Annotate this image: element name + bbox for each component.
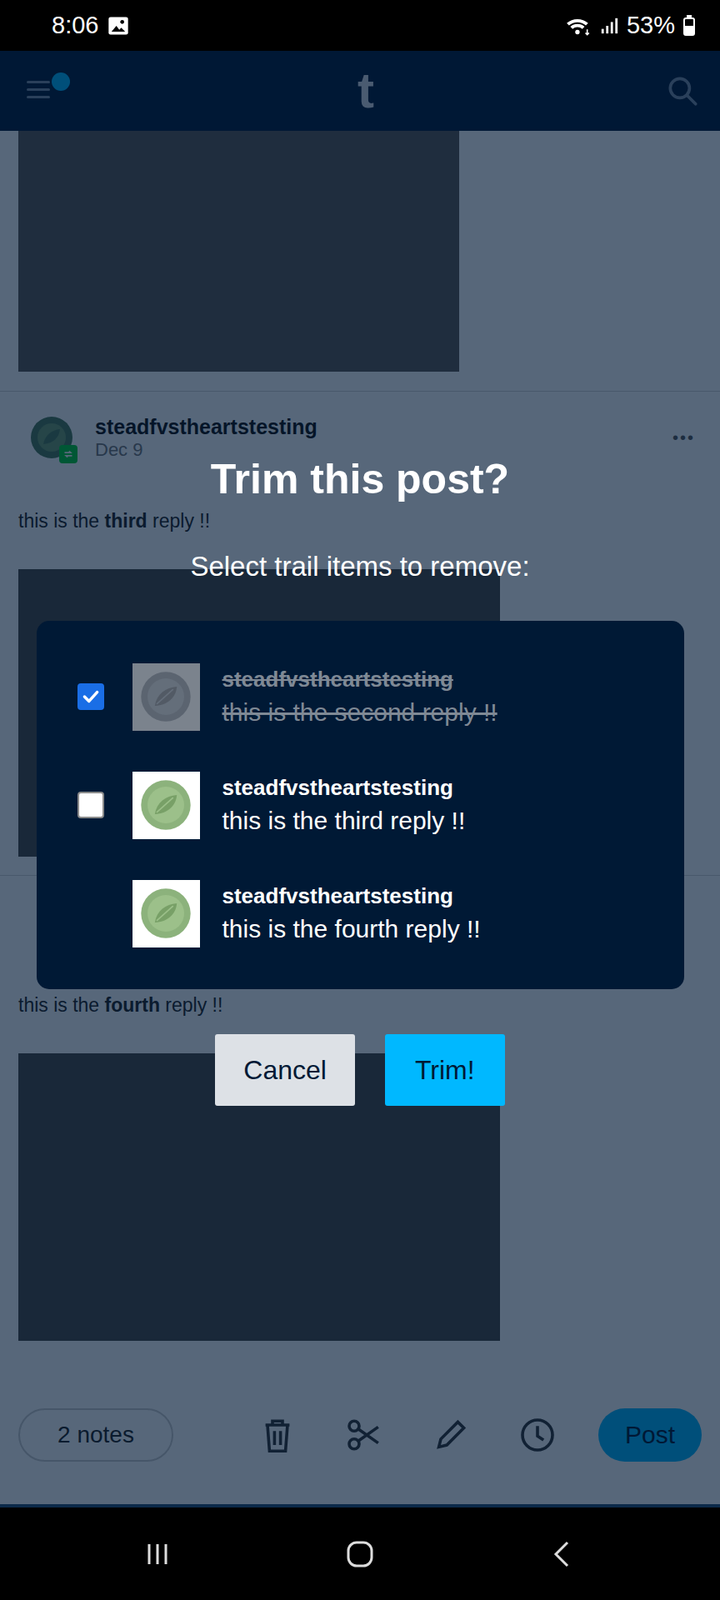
screen: 8:06 53% t steadfvstheartstesting Dec 9 … bbox=[0, 0, 720, 1600]
leaf-seal-icon bbox=[138, 885, 194, 941]
trail-reply: this is the fourth reply !! bbox=[222, 914, 481, 945]
home-icon[interactable] bbox=[335, 1537, 385, 1571]
trail-checkbox[interactable] bbox=[77, 791, 105, 819]
recent-apps-icon[interactable] bbox=[132, 1537, 183, 1571]
trail-item[interactable]: steadfvstheartstesting this is the fourt… bbox=[36, 859, 685, 968]
trail-author: steadfvstheartstesting bbox=[222, 665, 498, 693]
signal-icon bbox=[600, 15, 619, 36]
leaf-seal-icon bbox=[138, 669, 194, 725]
trail-list: steadfvstheartstesting this is the secon… bbox=[36, 620, 685, 990]
trail-author: steadfvstheartstesting bbox=[222, 882, 481, 910]
trail-avatar bbox=[132, 880, 200, 948]
modal-overlay[interactable]: Trim this post? Select trail items to re… bbox=[0, 50, 720, 1505]
status-time: 8:06 bbox=[51, 11, 99, 40]
system-nav-bar bbox=[0, 1507, 720, 1600]
trail-avatar bbox=[132, 771, 200, 840]
check-icon bbox=[80, 685, 102, 708]
leaf-seal-icon bbox=[138, 777, 194, 833]
trail-author: steadfvstheartstesting bbox=[222, 774, 466, 801]
status-bar: 8:06 53% bbox=[0, 0, 720, 51]
battery-percent: 53% bbox=[626, 11, 675, 40]
trail-reply: this is the third reply !! bbox=[222, 805, 466, 836]
trail-item[interactable]: steadfvstheartstesting this is the secon… bbox=[36, 642, 685, 751]
modal-title: Trim this post? bbox=[210, 455, 510, 504]
wifi-icon bbox=[565, 15, 592, 37]
back-icon[interactable] bbox=[537, 1537, 588, 1571]
modal-subtitle: Select trail items to remove: bbox=[190, 550, 530, 584]
trail-item[interactable]: steadfvstheartstesting this is the third… bbox=[36, 750, 685, 860]
battery-icon bbox=[683, 15, 695, 36]
image-notification-icon bbox=[106, 14, 130, 38]
trail-checkbox[interactable] bbox=[77, 683, 105, 710]
cancel-button[interactable]: Cancel bbox=[215, 1034, 355, 1106]
trim-button[interactable]: Trim! bbox=[385, 1034, 505, 1106]
trail-avatar bbox=[132, 663, 200, 731]
trail-reply: this is the second reply !! bbox=[222, 697, 498, 728]
